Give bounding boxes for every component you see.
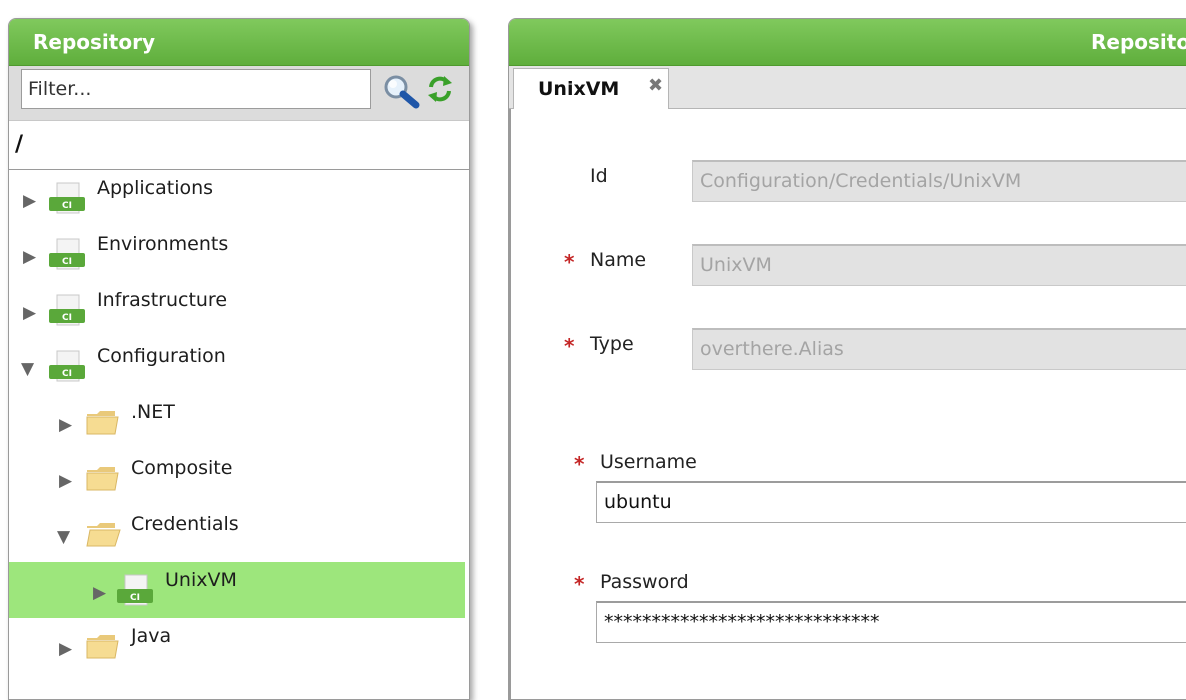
tree-item-label: Composite [131, 457, 233, 479]
required-star: * [574, 452, 585, 476]
tree-item-label: Applications [97, 177, 214, 199]
current-path: / [9, 121, 469, 170]
close-icon[interactable]: ✖ [648, 75, 663, 96]
tree-item-label: .NET [131, 401, 175, 423]
tree-item-composite[interactable]: ▶ Composite [9, 450, 465, 506]
folder-icon [86, 467, 119, 491]
required-star: * [564, 250, 575, 274]
ci-file-icon: CI [117, 574, 153, 606]
name-field: UnixVM [692, 244, 1186, 286]
tree-item-label: UnixVM [165, 569, 237, 591]
expand-arrow-icon[interactable]: ▶ [23, 193, 39, 210]
password-input[interactable]: ***************************** [596, 601, 1186, 643]
tree-item-applications[interactable]: ▶ CI Applications [9, 170, 465, 226]
ci-file-icon: CI [49, 238, 85, 270]
tree-item-environments[interactable]: ▶ CI Environments [9, 226, 465, 282]
svg-text:CI: CI [130, 593, 140, 603]
refresh-icon[interactable] [427, 74, 453, 104]
tab-unixvm[interactable]: UnixVM ✖ [513, 68, 669, 109]
tree-item-label: Configuration [97, 345, 226, 367]
password-label: Password [600, 571, 689, 593]
username-input[interactable]: ubuntu [596, 481, 1186, 523]
tree-item-label: Java [131, 625, 172, 647]
filter-input[interactable] [21, 69, 371, 109]
expand-arrow-icon[interactable]: ▶ [23, 305, 39, 322]
type-field: overthere.Alias [692, 328, 1186, 370]
tree-item-credentials[interactable]: ▼ Credentials [9, 506, 465, 562]
expand-arrow-icon[interactable]: ▶ [59, 641, 75, 658]
username-label: Username [600, 451, 697, 473]
editor-panel-header: Reposito [509, 19, 1186, 66]
ci-file-icon: CI [49, 294, 85, 326]
required-star: * [564, 334, 575, 358]
tree-item-dotnet[interactable]: ▶ .NET [9, 394, 465, 450]
id-label: Id [590, 165, 608, 187]
search-icon[interactable] [381, 72, 421, 112]
tab-label: UnixVM [538, 78, 620, 100]
ci-file-icon: CI [49, 350, 85, 382]
name-label: Name [590, 249, 647, 271]
tree-item-unixvm[interactable]: ▶ CI UnixVM [9, 562, 465, 618]
filter-bar [9, 66, 469, 121]
folder-open-icon [86, 523, 121, 547]
svg-text:CI: CI [62, 369, 72, 379]
ci-form: Id Configuration/Credentials/UnixVM * Na… [509, 109, 1186, 699]
expand-arrow-icon[interactable]: ▶ [59, 417, 75, 434]
expand-arrow-icon[interactable]: ▶ [59, 473, 75, 490]
svg-text:CI: CI [62, 313, 72, 323]
repository-panel-title: Repository [9, 19, 469, 66]
tree-item-configuration[interactable]: ▼ CI Configuration [9, 338, 465, 394]
tree-item-label: Credentials [131, 513, 239, 535]
folder-icon [86, 411, 119, 435]
editor-panel-title: Reposito [1091, 30, 1186, 54]
folder-icon [86, 635, 119, 659]
editor-panel: Reposito UnixVM ✖ Id Configuration/Crede… [508, 18, 1186, 700]
repository-panel: Repository / ▶ CI Applications [8, 18, 470, 700]
svg-text:CI: CI [62, 201, 72, 211]
collapse-arrow-icon[interactable]: ▼ [57, 529, 73, 546]
id-field: Configuration/Credentials/UnixVM [692, 160, 1186, 202]
expand-arrow-icon[interactable]: ▶ [23, 249, 39, 266]
type-label: Type [590, 333, 634, 355]
expand-arrow-icon[interactable]: ▶ [93, 585, 109, 602]
tree-item-java[interactable]: ▶ Java [9, 618, 465, 674]
svg-text:CI: CI [62, 257, 72, 267]
tree-item-label: Environments [97, 233, 229, 255]
tree-item-label: Infrastructure [97, 289, 228, 311]
tree-item-infrastructure[interactable]: ▶ CI Infrastructure [9, 282, 465, 338]
ci-file-icon: CI [49, 182, 85, 214]
tab-strip: UnixVM ✖ [509, 66, 1186, 109]
collapse-arrow-icon[interactable]: ▼ [21, 361, 37, 378]
required-star: * [574, 572, 585, 596]
